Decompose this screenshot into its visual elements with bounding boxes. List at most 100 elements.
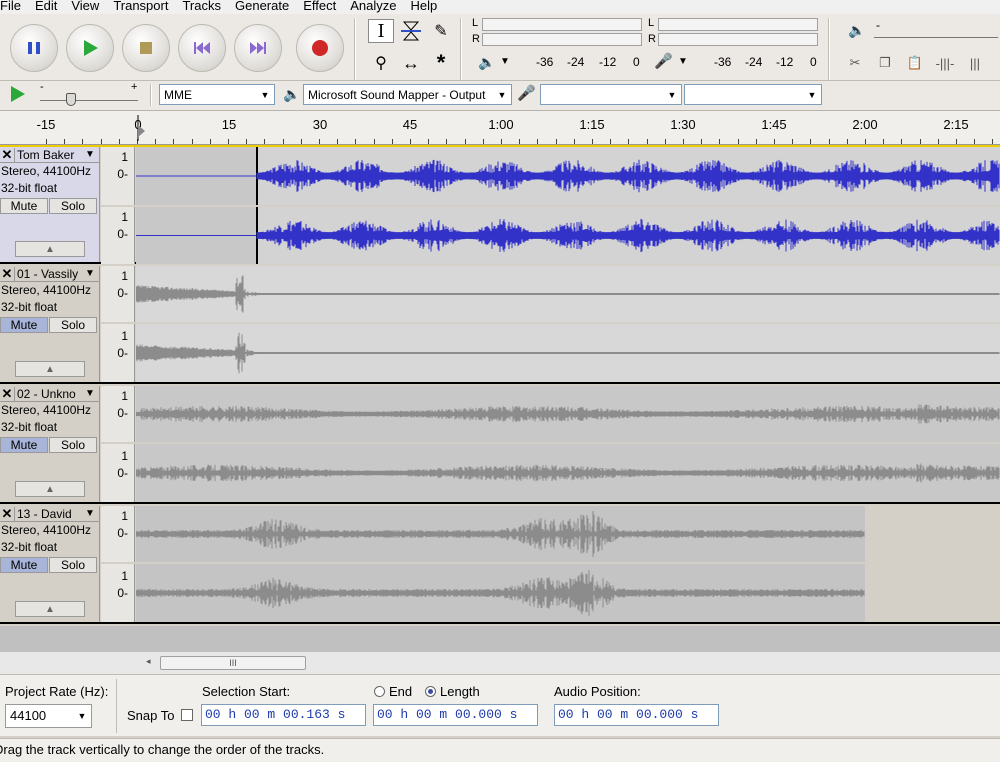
input-device-select[interactable]: ▼ (540, 84, 682, 105)
close-track-icon[interactable]: ✕ (0, 506, 14, 522)
copy-button[interactable]: ❐ (872, 50, 898, 76)
timeline-tick (683, 139, 684, 144)
timeshift-tool-button[interactable]: ↔ (398, 51, 424, 75)
collapse-track-button[interactable]: ▲ (15, 601, 85, 617)
menu-view[interactable]: View (65, 0, 107, 12)
track-name[interactable]: 01 - Vassily (14, 266, 85, 281)
solo-button[interactable]: Solo (49, 317, 97, 333)
menu-effect[interactable]: Effect (297, 0, 344, 12)
selection-start-value: 00 h 00 m 00.163 s (205, 707, 346, 722)
waveform-right-channel[interactable] (136, 564, 1000, 622)
output-volume-slider[interactable] (874, 34, 998, 38)
menu-file[interactable]: File (0, 0, 29, 12)
collapse-track-button[interactable]: ▲ (15, 361, 85, 377)
skip-end-button[interactable] (234, 24, 282, 72)
menu-generate[interactable]: Generate (229, 0, 297, 12)
menu-tracks[interactable]: Tracks (176, 0, 229, 12)
zoom-tool-button[interactable]: ⚲ (368, 51, 394, 75)
track-menu-arrow-icon[interactable]: ▼ (85, 149, 99, 160)
close-track-icon[interactable]: ✕ (0, 147, 14, 163)
waveform-left-channel[interactable] (136, 386, 1000, 442)
close-track-icon[interactable]: ✕ (0, 266, 14, 282)
silence-button[interactable]: ||| (962, 50, 988, 76)
microphone-icon[interactable]: 🎤 (654, 52, 673, 70)
play-meter-right (482, 33, 642, 46)
track-control-panel[interactable]: ✕ 01 - Vassily ▼ Stereo, 44100Hz 32-bit … (0, 266, 100, 382)
playhead-marker[interactable] (136, 115, 146, 141)
pause-button[interactable] (10, 24, 58, 72)
ruler-label: 0- (117, 167, 128, 181)
end-radio[interactable] (374, 686, 385, 697)
length-option[interactable]: Length (425, 684, 480, 699)
envelope-tool-button[interactable] (398, 19, 424, 43)
waveform-right-channel[interactable] (136, 324, 1000, 382)
scroll-thumb[interactable]: III (160, 656, 306, 670)
audio-track[interactable]: ✕ 02 - Unkno ▼ Stereo, 44100Hz 32-bit fl… (0, 386, 1000, 504)
track-menu-arrow-icon[interactable]: ▼ (85, 388, 99, 399)
track-name[interactable]: 13 - David (14, 506, 85, 521)
timeline-tick (829, 139, 830, 144)
waveform-right-channel[interactable] (136, 207, 1000, 264)
project-rate-select[interactable]: 44100 ▼ (5, 704, 92, 728)
scroll-left-arrow-icon[interactable]: ◂ (146, 656, 151, 667)
waveform-right-channel[interactable] (136, 444, 1000, 502)
menu-analyze[interactable]: Analyze (344, 0, 404, 12)
selection-length-time[interactable]: 00 h 00 m 00.000 s (373, 704, 538, 726)
stop-button[interactable] (122, 24, 170, 72)
skip-start-button[interactable] (178, 24, 226, 72)
track-name[interactable]: 02 - Unkno (14, 386, 85, 401)
collapse-track-button[interactable]: ▲ (15, 241, 85, 257)
waveform-left-channel[interactable] (136, 266, 1000, 322)
selection-tool-button[interactable]: I (368, 19, 394, 43)
trim-button[interactable]: -|||- (932, 50, 958, 76)
play-button[interactable] (66, 24, 114, 72)
waveform-left-channel[interactable] (136, 147, 1000, 205)
audio-host-select[interactable]: MME ▼ (159, 84, 275, 105)
input-channels-select[interactable]: ▼ (684, 84, 822, 105)
play-at-speed-button[interactable] (8, 85, 26, 106)
end-option[interactable]: End (374, 684, 412, 699)
timeline-tick (301, 139, 302, 144)
track-control-panel[interactable]: ✕ Tom Baker ▼ Stereo, 44100Hz 32-bit flo… (0, 147, 100, 262)
paste-button[interactable]: 📋 (902, 50, 928, 76)
track-menu-arrow-icon[interactable]: ▼ (85, 268, 99, 279)
mute-button[interactable]: Mute (0, 198, 48, 214)
multi-tool-button[interactable]: * (428, 50, 454, 75)
length-radio[interactable] (425, 686, 436, 697)
draw-tool-button[interactable]: ✎ (428, 19, 454, 43)
collapse-track-button[interactable]: ▲ (15, 481, 85, 497)
solo-button[interactable]: Solo (49, 557, 97, 573)
menu-edit[interactable]: Edit (29, 0, 65, 12)
audio-position-time[interactable]: 00 h 00 m 00.000 s (554, 704, 719, 726)
output-device-select[interactable]: Microsoft Sound Mapper - Output ▼ (303, 84, 512, 105)
solo-button[interactable]: Solo (49, 198, 97, 214)
close-track-icon[interactable]: ✕ (0, 386, 14, 402)
solo-button[interactable]: Solo (49, 437, 97, 453)
speaker-icon[interactable]: 🔈 (478, 54, 495, 71)
record-button[interactable] (296, 24, 344, 72)
horizontal-scrollbar[interactable]: ◂ III (0, 652, 1000, 674)
track-menu-arrow-icon[interactable]: ▼ (85, 508, 99, 519)
audio-track[interactable]: ✕ 13 - David ▼ Stereo, 44100Hz 32-bit fl… (0, 506, 1000, 624)
play-meter-menu-arrow[interactable]: ▼ (500, 56, 510, 67)
audio-track[interactable]: ✕ Tom Baker ▼ Stereo, 44100Hz 32-bit flo… (0, 145, 1000, 264)
menu-help[interactable]: Help (404, 0, 445, 12)
waveform-left-channel[interactable] (136, 506, 1000, 562)
track-control-panel[interactable]: ✕ 02 - Unkno ▼ Stereo, 44100Hz 32-bit fl… (0, 386, 100, 502)
selection-start-time[interactable]: 00 h 00 m 00.163 s (201, 704, 366, 726)
mute-button[interactable]: Mute (0, 317, 48, 333)
cut-button[interactable]: ✂ (842, 50, 868, 76)
menu-transport[interactable]: Transport (107, 0, 176, 12)
speed-slider-thumb[interactable] (66, 93, 76, 106)
ruler-label: 0- (117, 526, 128, 540)
rec-meter-menu-arrow[interactable]: ▼ (678, 56, 688, 67)
mute-button[interactable]: Mute (0, 437, 48, 453)
mute-button[interactable]: Mute (0, 557, 48, 573)
track-name[interactable]: Tom Baker (14, 147, 85, 162)
timeline-ruler[interactable]: -15 0 15 30 45 1:00 1:15 1:30 1:45 2:00 … (0, 111, 1000, 145)
audio-track[interactable]: ✕ 01 - Vassily ▼ Stereo, 44100Hz 32-bit … (0, 266, 1000, 384)
track-control-panel[interactable]: ✕ 13 - David ▼ Stereo, 44100Hz 32-bit fl… (0, 506, 100, 622)
empty-track-area[interactable] (0, 626, 1000, 652)
ruler-label: 1 (121, 269, 128, 283)
snap-to-checkbox[interactable] (181, 709, 193, 721)
